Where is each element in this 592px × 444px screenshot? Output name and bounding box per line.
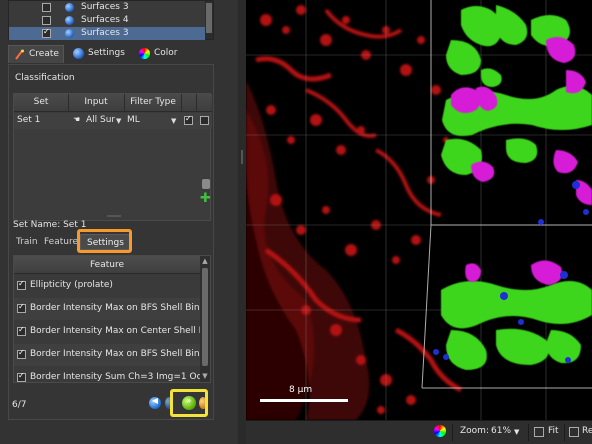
feature-row[interactable]: Ellipticity (prolate) xyxy=(14,275,200,297)
enable-checkbox[interactable] xyxy=(184,114,193,125)
column-divider xyxy=(181,94,182,112)
feature-label: Border Intensity Sum Ch=3 Img=1 Octre... xyxy=(30,372,200,382)
input-icon: ☚ xyxy=(73,115,81,124)
chevron-down-icon[interactable]: ▼ xyxy=(171,117,176,125)
column-header-filter-type[interactable]: Filter Type xyxy=(125,97,181,107)
create-panel: Classification Set Input Filter Type Set… xyxy=(8,64,214,420)
classification-header: Set Input Filter Type xyxy=(14,94,212,112)
feature-label: Ellipticity (prolate) xyxy=(30,280,113,290)
resize-grip[interactable] xyxy=(107,215,121,217)
left-panel: Surfaces 3 Surfaces 4 Surfaces 3 Create … xyxy=(0,0,238,444)
scroll-down-icon[interactable]: ▼ xyxy=(201,372,209,380)
chevron-down-icon[interactable]: ▼ xyxy=(116,117,121,125)
feature-row[interactable]: Border Intensity Max on BFS Shell Bin=2 … xyxy=(14,344,200,366)
row-checkbox[interactable] xyxy=(200,116,209,125)
surfaces-list-item[interactable]: Surfaces 3 xyxy=(9,1,205,14)
surfaces-icon xyxy=(65,29,74,38)
feature-checkbox[interactable] xyxy=(17,348,26,359)
color-wheel-icon xyxy=(139,48,150,59)
classification-title: Classification xyxy=(15,73,75,83)
surfaces-list-item-selected[interactable]: Surfaces 3 xyxy=(9,27,205,40)
next-button-highlight xyxy=(170,389,208,417)
zoom-label: Zoom: xyxy=(460,426,489,436)
surfaces-list: Surfaces 3 Surfaces 4 Surfaces 3 xyxy=(8,0,214,40)
panel-splitter[interactable] xyxy=(238,0,246,444)
column-header-feature[interactable]: Feature xyxy=(14,256,200,274)
scale-bar-label: 8 µm xyxy=(289,385,313,395)
chevron-down-icon[interactable]: ▼ xyxy=(514,428,519,436)
column-divider xyxy=(196,94,197,112)
feature-label: Border Intensity Max on BFS Shell Bin=2 … xyxy=(30,349,200,359)
feature-row[interactable]: Border Intensity Max on BFS Shell Bin=2 … xyxy=(14,298,200,320)
feature-table: Feature Ellipticity (prolate) Border Int… xyxy=(13,255,211,383)
scale-bar xyxy=(260,399,348,402)
red-channel xyxy=(246,5,463,420)
feature-checkbox[interactable] xyxy=(17,302,26,313)
tab-color-label: Color xyxy=(154,48,178,58)
surfaces-list-item[interactable]: Surfaces 4 xyxy=(9,14,205,27)
feature-label: Border Intensity Max on BFS Shell Bin=2 … xyxy=(30,303,200,313)
add-set-icon[interactable]: ✚ xyxy=(200,191,211,206)
surfaces-list-scrollbar[interactable] xyxy=(205,1,213,39)
feature-table-scrollbar[interactable]: ▲ ▼ xyxy=(200,256,210,382)
feature-checkbox[interactable] xyxy=(17,325,26,336)
feature-checkbox[interactable] xyxy=(17,371,26,382)
3d-viewer[interactable]: 8 µm xyxy=(246,0,592,420)
visibility-checkbox[interactable] xyxy=(42,16,51,25)
tab-settings[interactable]: Settings xyxy=(68,45,132,63)
classification-row[interactable]: Set 1 ☚ All Sur ▼ ML ▼ xyxy=(14,113,212,129)
surfaces-icon xyxy=(65,3,74,12)
fit-icon[interactable] xyxy=(534,427,544,437)
back-button[interactable]: ◀ xyxy=(149,396,161,409)
reset-button[interactable]: Re xyxy=(582,426,592,436)
settings-tab-highlight xyxy=(77,229,132,253)
classification-table: Set Input Filter Type Set 1 ☚ All Sur ▼ … xyxy=(13,93,212,221)
feature-checkbox[interactable] xyxy=(17,279,26,290)
filter-type-dropdown[interactable]: ML xyxy=(127,115,140,125)
surfaces-item-label: Surfaces 4 xyxy=(81,15,129,25)
back-icon: ◀ xyxy=(151,396,159,405)
render-canvas[interactable] xyxy=(246,0,592,420)
surfaces-icon xyxy=(73,48,84,59)
set-name-label: Set Name: Set 1 xyxy=(13,220,87,230)
tab-settings-label: Settings xyxy=(88,48,125,58)
status-bar: Zoom: 61% ▼ Fit Re xyxy=(246,420,592,444)
wizard-step-indicator: 6/7 xyxy=(12,400,27,410)
feature-row[interactable]: Border Intensity Sum Ch=3 Img=1 Octre... xyxy=(14,367,200,382)
tab-color[interactable]: Color xyxy=(134,45,186,63)
surfaces-item-label: Surfaces 3 xyxy=(81,28,129,38)
fit-button[interactable]: Fit xyxy=(548,426,559,436)
visibility-checkbox[interactable] xyxy=(42,27,51,38)
scrollbar-thumb[interactable] xyxy=(202,268,208,366)
tab-create[interactable]: Create xyxy=(8,45,64,63)
status-divider xyxy=(564,424,565,441)
scroll-up-icon[interactable]: ▲ xyxy=(201,257,209,265)
color-wheel-icon[interactable] xyxy=(434,425,446,437)
column-header-input[interactable]: Input xyxy=(69,97,123,107)
scrollbar-thumb[interactable] xyxy=(206,3,212,33)
wand-icon xyxy=(15,49,24,60)
input-dropdown[interactable]: All Sur xyxy=(86,115,115,125)
zoom-value[interactable]: 61% xyxy=(491,426,511,436)
feature-label: Border Intensity Max on Center Shell Bin… xyxy=(30,326,200,336)
status-divider xyxy=(528,424,529,441)
feature-row[interactable]: Border Intensity Max on Center Shell Bin… xyxy=(14,321,200,343)
tab-train[interactable]: Train xyxy=(16,234,38,250)
surfaces-icon xyxy=(65,16,74,25)
visibility-checkbox[interactable] xyxy=(42,3,51,12)
remove-set-icon[interactable] xyxy=(202,179,210,189)
status-divider xyxy=(452,424,453,441)
tab-features[interactable]: Features xyxy=(44,234,78,250)
reset-icon[interactable] xyxy=(569,427,579,437)
surfaces-item-label: Surfaces 3 xyxy=(81,2,129,12)
set-cell[interactable]: Set 1 xyxy=(17,115,40,125)
tab-create-label: Create xyxy=(29,49,59,59)
column-header-set[interactable]: Set xyxy=(14,97,68,107)
splitter-grip[interactable] xyxy=(241,150,243,164)
